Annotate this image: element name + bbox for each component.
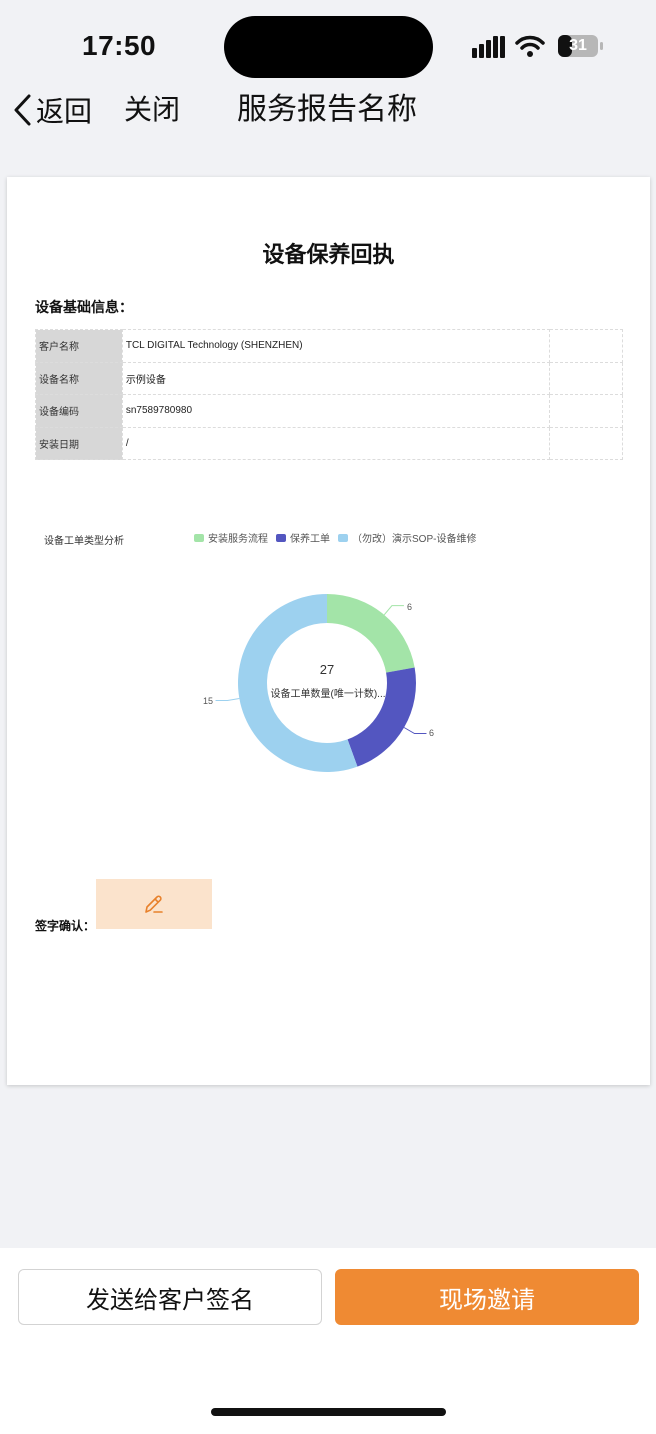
row-extra [549, 361, 623, 395]
chart-title: 设备工单类型分析 [44, 536, 124, 547]
legend-label: 保养工单 [290, 534, 330, 545]
page-title: 服务报告名称 [237, 93, 417, 126]
send-to-customer-button[interactable]: 发送给客户签名 [18, 1269, 322, 1325]
slice-value-label: 6 [429, 728, 435, 738]
legend-swatch [194, 533, 204, 542]
dynamic-island [224, 16, 433, 78]
table-row: 客户名称 TCL DIGITAL Technology (SHENZHEN) [35, 329, 623, 363]
donut-slice[interactable] [347, 667, 416, 767]
bottom-action-bar: 发送给客户签名 现场邀请 [0, 1248, 656, 1434]
legend-swatch [338, 533, 348, 542]
status-bar: 17:50 31 [0, 0, 656, 90]
pen-icon [145, 895, 163, 913]
signature-button[interactable] [96, 879, 212, 929]
row-extra [549, 394, 623, 428]
chart-center-label: 设备工单数量(唯一计数)... [270, 689, 386, 700]
row-value: / [121, 426, 551, 460]
row-extra [549, 329, 623, 363]
onsite-invite-button[interactable]: 现场邀请 [335, 1269, 639, 1325]
chart-legend: 安装服务流程 保养工单 （勿改）演示SOP-设备维修 [194, 530, 484, 545]
home-indicator [211, 1408, 446, 1416]
chevron-left-icon [14, 94, 31, 126]
wifi-icon [515, 35, 545, 57]
signature-label: 签字确认： [35, 919, 96, 933]
legend-label: 安装服务流程 [208, 534, 268, 545]
document-title: 设备保养回执 [262, 242, 395, 267]
slice-leader-line [215, 697, 240, 702]
row-extra [549, 426, 623, 460]
back-button[interactable]: 返回 [12, 90, 92, 130]
row-key: 客户名称 [35, 329, 123, 363]
table-row: 安装日期 / [35, 426, 623, 460]
legend-item[interactable]: 安装服务流程 [194, 530, 268, 545]
slice-leader-line [403, 727, 427, 734]
row-key: 设备名称 [35, 361, 123, 395]
legend-label: （勿改）演示SOP-设备维修 [352, 534, 477, 545]
nav-bar: 返回 关闭 服务报告名称 [0, 84, 656, 134]
slice-value-label: 6 [407, 602, 413, 612]
chart-total: 27 [319, 662, 335, 677]
row-value: TCL DIGITAL Technology (SHENZHEN) [121, 329, 551, 363]
table-row: 设备名称 示例设备 [35, 361, 623, 395]
row-key: 设备编码 [35, 394, 123, 428]
report-document: 设备保养回执 设备基础信息： 客户名称 TCL DIGITAL Technolo… [7, 177, 650, 1085]
legend-item[interactable]: （勿改）演示SOP-设备维修 [338, 530, 476, 545]
close-button[interactable]: 关闭 [124, 90, 180, 130]
slice-value-label: 15 [203, 696, 214, 706]
device-info-table: 客户名称 TCL DIGITAL Technology (SHENZHEN) 设… [35, 329, 623, 460]
legend-swatch [276, 533, 286, 542]
legend-item[interactable]: 保养工单 [276, 530, 330, 545]
section-label: 设备基础信息： [35, 299, 133, 315]
battery-level: 31 [569, 37, 587, 54]
row-key: 安装日期 [35, 426, 123, 460]
table-row: 设备编码 sn7589780980 [35, 394, 623, 428]
status-time: 17:50 [82, 30, 157, 61]
signal-icon [472, 36, 505, 58]
row-value: sn7589780980 [121, 394, 551, 428]
slice-leader-line [383, 605, 404, 616]
back-label: 返回 [36, 96, 93, 127]
row-value: 示例设备 [121, 361, 551, 395]
